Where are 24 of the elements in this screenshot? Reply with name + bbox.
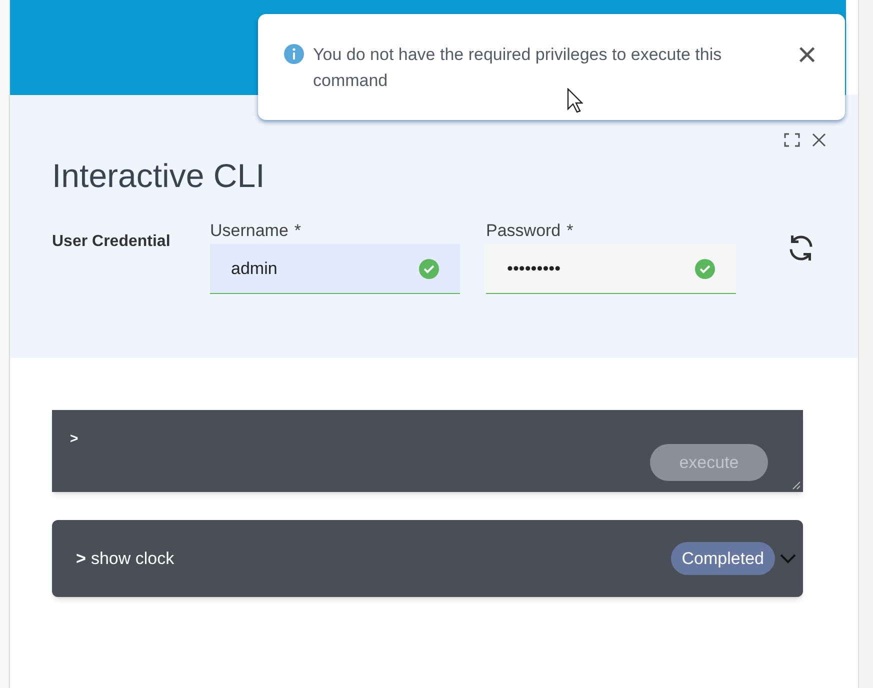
mouse-pointer-icon (567, 88, 583, 114)
required-mark: * (566, 221, 574, 240)
required-mark: * (294, 221, 302, 240)
input-field[interactable]: admin (210, 244, 460, 294)
field-label: Username * (210, 220, 302, 242)
notification-message: You do not have the required privileges to execute this command (313, 44, 723, 92)
resize-handle-icon[interactable] (792, 481, 801, 490)
field-value: ••••••••• (507, 258, 561, 280)
check-icon (695, 258, 715, 279)
close-button[interactable]: × (797, 42, 817, 68)
prompt-text: > (76, 548, 86, 570)
section-label: User Credential (52, 232, 172, 252)
status-badge: Completed (670, 542, 775, 576)
field-value: admin (231, 258, 278, 280)
info-icon (284, 44, 304, 64)
command-text: show clock (90, 548, 174, 570)
result-row[interactable]: > show clock Completed (52, 520, 803, 597)
field-label: Password * (486, 220, 574, 242)
prompt-text: > (70, 429, 78, 448)
check-icon (419, 258, 439, 279)
expand-icon[interactable] (784, 133, 800, 147)
close-icon[interactable] (812, 133, 826, 147)
dialog-title: Interactive CLI (52, 156, 266, 196)
input-field[interactable]: ••••••••• (486, 244, 736, 294)
